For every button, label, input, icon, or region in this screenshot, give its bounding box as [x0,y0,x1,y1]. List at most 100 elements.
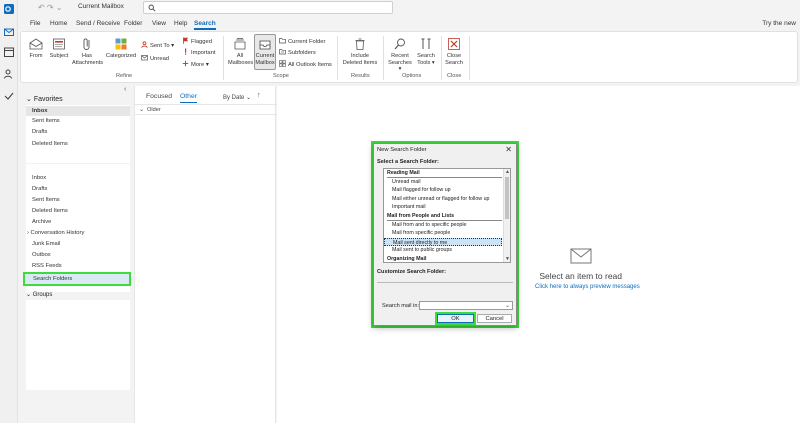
all-mailboxes-button[interactable]: All Mailboxes [228,37,253,66]
sent-to-button[interactable]: Sent To ▾ [141,41,174,49]
favorite-item-sent-items[interactable]: Sent Items [32,118,60,124]
current-mailbox-button[interactable]: Current Mailbox [254,37,276,66]
magnifier-icon [394,38,405,50]
folder-pane: ‹ ⌄ Favorites Inbox Sent Items Drafts De… [22,86,132,423]
folder-item-archive[interactable]: Archive [32,219,51,225]
ribbon-tabs: File Home Send / Receive Folder View Hel… [18,16,800,30]
folder-item-drafts[interactable]: Drafts [32,186,47,192]
scroll-thumb[interactable] [505,177,509,219]
has-attachments-button[interactable]: Has Attachments [72,37,103,66]
important-button[interactable]: Important [182,48,216,56]
calendar-icon[interactable] [3,46,15,58]
select-search-folder-label: Select a Search Folder: [377,159,439,165]
folder-item-outbox[interactable]: Outbox [32,252,51,258]
customize-search-folder-label: Customize Search Folder: [377,269,447,275]
older-group-header[interactable]: ⌄ Older [135,104,277,115]
list-item[interactable]: Mail from and to specific people [384,221,502,230]
try-new-outlook[interactable]: Try the new [762,20,796,27]
close-search-button[interactable]: Close Search [443,37,465,66]
mailbox-scope-dropdown[interactable]: Current Mailbox [78,3,148,13]
folder-item-search-folders[interactable]: Search Folders [23,272,131,286]
include-deleted-items-button[interactable]: Include Deleted Items [341,37,379,66]
groups-header[interactable]: ⌄ Groups [26,291,52,298]
ribbon: From Subject Has Attachments Categorized… [20,31,798,83]
tab-view[interactable]: View [152,20,166,27]
ribbon-separator [383,36,384,80]
sort-direction-icon[interactable]: ↑ [257,92,261,99]
recent-searches-button[interactable]: Recent Searches ▾ [387,37,413,73]
tab-help[interactable]: Help [174,20,187,27]
list-scrollbar[interactable]: ▲ ▼ [503,169,510,262]
category-grid-icon [115,38,127,50]
tab-file[interactable]: File [30,20,40,27]
list-item[interactable]: Mail either unread or flagged for follow… [384,195,502,204]
search-input[interactable] [143,1,393,14]
folder-item-inbox[interactable]: Inbox [32,175,46,181]
favorites-header[interactable]: ⌄ Favorites [26,95,63,103]
close-icon[interactable]: ✕ [505,145,512,154]
favorite-item-deleted-items[interactable]: Deleted Items [32,141,68,147]
plus-icon [182,60,189,67]
more-button[interactable]: More ▾ [182,60,209,68]
title-bar: ↶ ↷ ⌄ Current Mailbox [18,0,800,15]
list-item-selected[interactable]: Mail sent directly to me [384,237,502,247]
flagged-button[interactable]: Flagged [182,37,212,45]
all-outlook-items-button[interactable]: All Outlook Items [279,60,332,68]
close-group-label: Close [447,73,462,79]
folder-item-junk-email[interactable]: Junk Email [32,241,60,247]
close-x-icon [448,38,460,50]
folder-item-rss-feeds[interactable]: RSS Feeds [32,263,62,269]
app-rail [0,0,18,423]
current-folder-button[interactable]: Current Folder [279,37,325,45]
unread-button[interactable]: Unread [141,54,169,62]
cancel-button[interactable]: Cancel [477,314,512,323]
subject-icon [53,38,65,50]
favorite-item-drafts[interactable]: Drafts [32,129,47,135]
folder-spacer [26,164,130,172]
ribbon-separator [337,36,338,80]
sort-by-date-dropdown[interactable]: By Date ⌄ [223,94,251,101]
favorite-item-inbox[interactable]: Inbox [26,106,130,116]
scope-group-label: Scope [273,73,289,79]
tab-send-receive[interactable]: Send / Receive [76,20,120,27]
collapse-pane-icon[interactable]: ‹ [124,86,126,93]
paperclip-icon [83,38,90,50]
always-preview-link[interactable]: Click here to always preview messages [535,284,640,290]
tab-focused[interactable]: Focused [146,93,172,100]
ok-button[interactable]: OK [437,314,474,323]
tab-folder[interactable]: Folder [124,20,142,27]
list-item[interactable]: Important mail [384,203,502,212]
folder-item-deleted-items[interactable]: Deleted Items [32,208,68,214]
exclamation-icon [185,48,187,55]
people-icon[interactable] [3,68,15,80]
search-folder-list[interactable]: Reading Mail Unread mail Mail flagged fo… [383,168,511,263]
undo-icon[interactable]: ↶ ↷ ⌄ [38,3,63,12]
folder-item-sent-items[interactable]: Sent Items [32,197,60,203]
search-mail-in-dropdown[interactable]: ⌄ [419,301,513,310]
subject-button[interactable]: Subject [48,37,70,60]
envelope-icon [570,248,592,264]
list-group-header: Reading Mail [384,169,502,178]
list-item[interactable]: Unread mail [384,178,502,187]
categorized-button[interactable]: Categorized [105,37,137,60]
scroll-up-icon[interactable]: ▲ [505,169,510,175]
list-item[interactable]: Mail sent to public groups [384,246,502,255]
list-item[interactable]: Mail from specific people [384,229,502,238]
search-tools-button[interactable]: Search Tools ▾ [415,37,437,66]
from-button[interactable]: From [27,37,45,60]
tools-icon [421,38,431,49]
flag-icon [183,37,188,44]
tab-home[interactable]: Home [50,20,67,27]
tab-other[interactable]: Other [180,93,197,103]
options-group-label: Options [402,73,422,79]
dialog-divider [377,282,513,283]
tasks-icon[interactable] [3,90,15,102]
list-item[interactable]: Mail flagged for follow up [384,186,502,195]
scroll-down-icon[interactable]: ▼ [505,256,510,262]
subfolders-button[interactable]: Subfolders [279,48,316,56]
all-items-icon [279,60,286,67]
mail-icon[interactable] [3,26,15,38]
ribbon-separator [223,36,224,80]
folder-item-conversation-history[interactable]: › Conversation History [27,230,84,236]
tab-search[interactable]: Search [194,20,216,30]
